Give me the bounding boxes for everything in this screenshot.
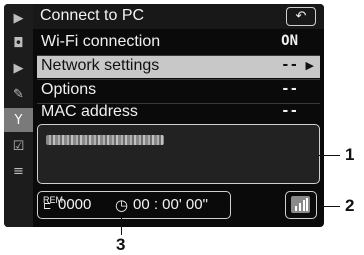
retouch-icon[interactable]: ☑ xyxy=(4,134,33,158)
elapsed-time: 00 : 00' 00" xyxy=(133,196,208,213)
ssid-obscured xyxy=(46,135,164,145)
title-bar: Connect to PC ↶ xyxy=(33,4,324,29)
menu-item-mac-address[interactable]: MAC address -- xyxy=(37,102,320,124)
card-icon: ⊏ xyxy=(43,201,52,212)
movie-icon[interactable]: ▶ xyxy=(4,56,33,80)
page-title: Connect to PC xyxy=(40,7,145,24)
menu-item-label: MAC address xyxy=(41,103,138,120)
signal-strength-panel xyxy=(285,191,317,219)
menu-item-network-settings[interactable]: Network settings -- ▶ xyxy=(37,56,320,78)
wrench-icon[interactable]: Y xyxy=(4,108,33,132)
menu-item-value: -- xyxy=(281,57,298,73)
camera-icon[interactable]: ◘ xyxy=(4,31,33,55)
playback-icon[interactable]: ▶ xyxy=(4,6,33,30)
my-menu-icon[interactable]: ≡ xyxy=(4,159,33,183)
callout-line-3 xyxy=(121,218,122,235)
menu-item-label: Options xyxy=(41,81,97,98)
back-button[interactable]: ↶ xyxy=(286,7,316,26)
menu-item-label: Network settings xyxy=(41,57,160,74)
menu-item-value: -- xyxy=(281,103,298,119)
clock-icon: ◷ xyxy=(115,197,129,214)
camera-screen: ▶ ◘ ▶ ✎ Y ☑ ≡ Connect to PC ↶ Wi-Fi conn… xyxy=(4,4,324,227)
callout-3: 3 xyxy=(116,235,126,254)
chevron-right-icon: ▶ xyxy=(305,60,314,72)
menu-item-wifi-connection[interactable]: Wi-Fi connection ON xyxy=(37,32,320,54)
callout-1: 1 xyxy=(345,145,355,164)
callout-line-2 xyxy=(318,206,340,207)
remaining-count: 0000 xyxy=(58,196,92,213)
signal-strength-icon xyxy=(291,196,310,213)
menu-item-value: -- xyxy=(281,81,298,97)
sidebar: ▶ ◘ ▶ ✎ Y ☑ ≡ xyxy=(4,4,33,227)
menu-item-options[interactable]: Options -- xyxy=(37,80,320,102)
return-icon: ↶ xyxy=(295,9,307,24)
status-panel: REM ⊏ 0000 ◷ 00 : 00' 00" xyxy=(37,191,231,219)
pencil-icon[interactable]: ✎ xyxy=(4,82,33,106)
callout-line-1 xyxy=(318,155,340,156)
callout-2: 2 xyxy=(345,196,355,215)
menu-item-value: ON xyxy=(281,33,298,49)
ssid-info-panel xyxy=(37,124,320,184)
menu-item-label: Wi-Fi connection xyxy=(41,33,161,50)
